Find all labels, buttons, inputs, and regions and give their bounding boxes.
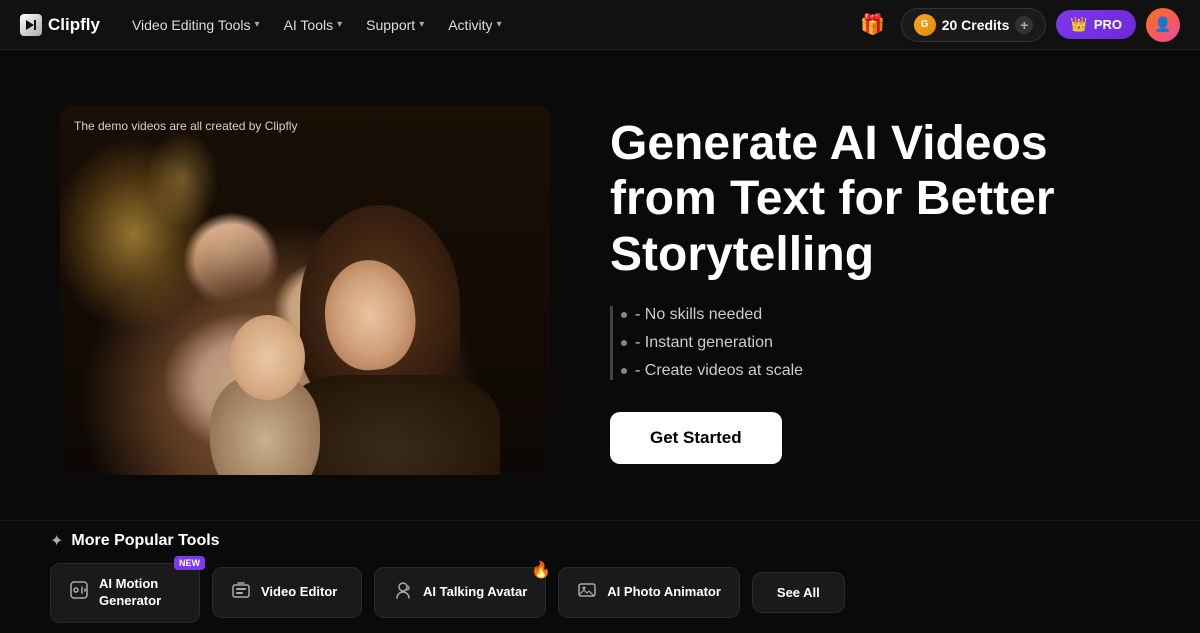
tool-label-motion: AI MotionGenerator <box>99 576 161 610</box>
nav-right: 🎁 G 20 Credits + 👑 PRO 👤 <box>855 7 1180 43</box>
badge-new: NEW <box>174 556 205 570</box>
chevron-down-icon: ▾ <box>497 19 502 30</box>
ai-talking-avatar-icon <box>393 580 413 605</box>
hero-content: Generate AI Videos from Text for Better … <box>610 116 1140 464</box>
navbar: Clipfly Video Editing Tools ▾ AI Tools ▾… <box>0 0 1200 50</box>
credits-coin-icon: G <box>914 14 936 36</box>
pro-label: PRO <box>1094 17 1122 32</box>
tool-label-avatar: AI Talking Avatar <box>423 584 527 601</box>
feature-2: - Instant generation <box>621 334 1140 352</box>
tool-label-video-editor: Video Editor <box>261 584 337 601</box>
tools-list: NEW AI MotionGenerator Video Edi <box>50 563 1150 623</box>
feature-dot-3 <box>621 368 627 374</box>
tools-title: More Popular Tools <box>71 532 219 550</box>
chevron-down-icon: ▾ <box>337 19 342 30</box>
hero-features: - No skills needed - Instant generation … <box>610 306 1140 380</box>
credits-add-icon: + <box>1015 16 1033 34</box>
chevron-down-icon: ▾ <box>255 19 260 30</box>
tool-ai-motion-generator[interactable]: NEW AI MotionGenerator <box>50 563 200 623</box>
feature-3: - Create videos at scale <box>621 362 1140 380</box>
credits-button[interactable]: G 20 Credits + <box>901 8 1047 42</box>
brand-name: Clipfly <box>48 15 100 35</box>
ai-motion-icon <box>69 580 89 605</box>
gift-icon: 🎁 <box>860 12 885 37</box>
feature-dot-1 <box>621 312 627 318</box>
video-editor-icon <box>231 580 251 605</box>
tools-header: ✦ More Popular Tools <box>50 531 1150 551</box>
chevron-down-icon: ▾ <box>419 19 424 30</box>
sparkle-icon: ✦ <box>50 531 63 551</box>
tool-ai-talking-avatar[interactable]: 🔥 AI Talking Avatar <box>374 567 546 618</box>
tool-video-editor[interactable]: Video Editor <box>212 567 362 618</box>
baby-face <box>230 315 305 400</box>
tools-bar: ✦ More Popular Tools NEW AI MotionGenera… <box>0 520 1200 633</box>
tool-ai-photo-animator[interactable]: AI Photo Animator <box>558 567 740 618</box>
credits-amount: 20 Credits <box>942 17 1010 33</box>
tool-label-photo-animator: AI Photo Animator <box>607 584 721 601</box>
feature-1: - No skills needed <box>621 306 1140 324</box>
video-label: The demo videos are all created by Clipf… <box>74 119 297 133</box>
see-all-button[interactable]: See All <box>752 572 845 613</box>
avatar-button[interactable]: 👤 <box>1146 8 1180 42</box>
crown-icon: 👑 <box>1070 16 1087 33</box>
nav-support[interactable]: Support ▾ <box>366 17 424 33</box>
hero-title: Generate AI Videos from Text for Better … <box>610 116 1140 282</box>
get-started-button[interactable]: Get Started <box>610 412 782 464</box>
nav-ai-tools[interactable]: AI Tools ▾ <box>284 17 343 33</box>
badge-fire: 🔥 <box>531 560 551 580</box>
gift-button[interactable]: 🎁 <box>855 7 891 43</box>
pro-button[interactable]: 👑 PRO <box>1056 10 1136 39</box>
ai-photo-animator-icon <box>577 580 597 605</box>
hero-video: The demo videos are all created by Clipf… <box>60 105 550 475</box>
feature-dot-2 <box>621 340 627 346</box>
nav-video-editing[interactable]: Video Editing Tools ▾ <box>132 17 260 33</box>
logo[interactable]: Clipfly <box>20 14 100 36</box>
nav-activity[interactable]: Activity ▾ <box>448 17 501 33</box>
hero-section: The demo videos are all created by Clipf… <box>0 50 1200 520</box>
avatar-icon: 👤 <box>1154 16 1171 33</box>
nav-links: Video Editing Tools ▾ AI Tools ▾ Support… <box>132 17 823 33</box>
logo-icon <box>20 14 42 36</box>
